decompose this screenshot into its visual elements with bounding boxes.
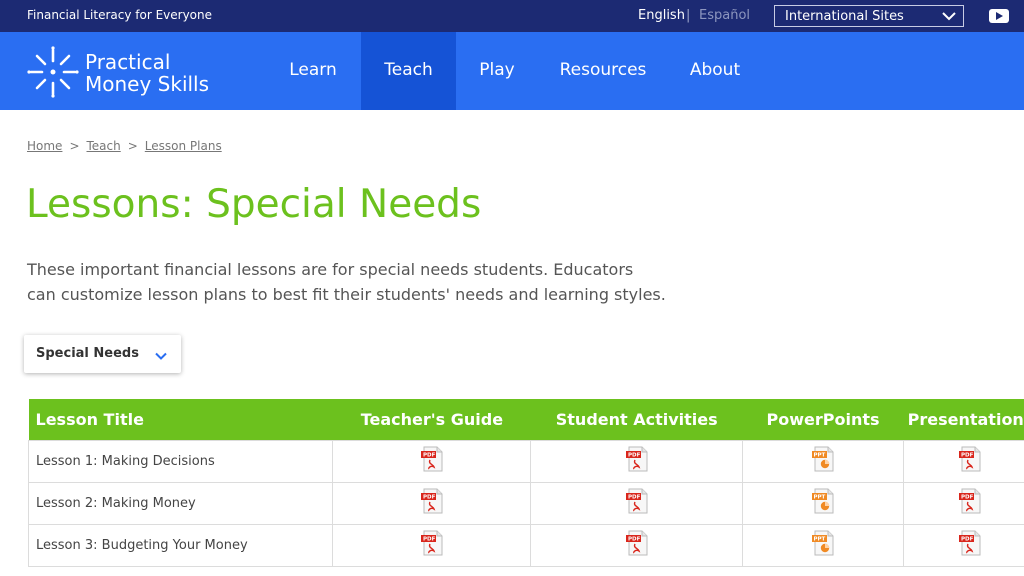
chevron-down-icon [941, 8, 957, 28]
pdf-file-icon[interactable]: PDF [957, 446, 983, 476]
column-header-teachers-guide: Teacher's Guide [332, 399, 531, 440]
page-title: Lessons: Special Needs [26, 182, 482, 227]
svg-text:PDF: PDF [961, 453, 974, 459]
file-cell: PPT [742, 439, 904, 483]
breadcrumb-separator: > [127, 139, 138, 153]
utility-bar: Financial Literacy for Everyone English … [0, 0, 1024, 32]
file-cell: PDF [530, 439, 744, 483]
svg-text:PPT: PPT [814, 495, 826, 501]
site-logo[interactable]: Practical Money Skills [27, 44, 227, 99]
brand-name-line2: Money Skills [85, 72, 210, 96]
lessons-table: Lesson Title Teacher's Guide Student Act… [27, 399, 1024, 567]
breadcrumb: Home > Teach > Lesson Plans [27, 139, 222, 153]
lesson-title-cell: Lesson 3: Budgeting Your Money [27, 523, 334, 567]
main-nav: Practical Money Skills Learn Teach Play … [0, 32, 1024, 110]
pdf-file-icon[interactable]: PDF [419, 530, 445, 560]
file-cell: PDF [530, 481, 744, 525]
file-cell: PDF [332, 523, 532, 567]
tagline: Financial Literacy for Everyone [27, 8, 213, 22]
svg-text:PDF: PDF [423, 495, 436, 501]
file-cell: PDF [902, 439, 1024, 483]
file-cell: PPT [742, 523, 904, 567]
ppt-file-icon[interactable]: PPT [810, 488, 836, 518]
table-header-row: Lesson Title Teacher's Guide Student Act… [28, 399, 1024, 440]
svg-text:PPT: PPT [814, 537, 826, 543]
nav-item-teach[interactable]: Teach [361, 32, 456, 110]
breadcrumb-lesson-plans[interactable]: Lesson Plans [145, 139, 222, 153]
breadcrumb-home[interactable]: Home [27, 139, 62, 153]
lesson-title-cell: Lesson 2: Making Money [27, 481, 334, 525]
file-cell: PDF [902, 523, 1024, 567]
page-intro: These important financial lessons are fo… [27, 260, 666, 304]
column-header-powerpoints: PowerPoints [742, 399, 904, 440]
pdf-file-icon[interactable]: PDF [419, 446, 445, 476]
language-english-link[interactable]: English [638, 8, 685, 23]
column-header-presentations: Presentations [903, 399, 1024, 440]
svg-text:PDF: PDF [961, 537, 974, 543]
lesson-title-cell: Lesson 1: Making Decisions [27, 439, 334, 483]
pdf-file-icon[interactable]: PDF [624, 530, 650, 560]
chevron-down-icon [155, 347, 167, 366]
table-row: Lesson 1: Making Decisions PDF PDF PPT PDF [27, 439, 1024, 483]
language-spanish-link[interactable]: Español [699, 8, 750, 23]
table-row: Lesson 2: Making Money PDF PDF PPT PDF [27, 481, 1024, 525]
youtube-icon[interactable] [989, 9, 1009, 23]
pdf-file-icon[interactable]: PDF [957, 488, 983, 518]
file-cell: PDF [530, 523, 744, 567]
category-dropdown-label: Special Needs [36, 346, 139, 361]
nav-item-resources[interactable]: Resources [548, 32, 658, 110]
breadcrumb-teach[interactable]: Teach [87, 139, 121, 153]
brand-name-line1: Practical [85, 50, 171, 74]
pdf-file-icon[interactable]: PDF [419, 488, 445, 518]
pdf-file-icon[interactable]: PDF [957, 530, 983, 560]
nav-item-about[interactable]: About [675, 32, 755, 110]
svg-text:PDF: PDF [423, 453, 436, 459]
file-cell: PDF [902, 481, 1024, 525]
column-header-student-activities: Student Activities [530, 399, 743, 440]
table-row: Lesson 3: Budgeting Your Money PDF PDF PPT P… [27, 523, 1024, 567]
nav-item-learn[interactable]: Learn [270, 32, 356, 110]
nav-item-play[interactable]: Play [462, 32, 532, 110]
svg-text:PDF: PDF [961, 495, 974, 501]
ppt-file-icon[interactable]: PPT [810, 446, 836, 476]
svg-text:PDF: PDF [628, 453, 641, 459]
file-cell: PDF [332, 439, 532, 483]
file-cell: PPT [742, 481, 904, 525]
category-dropdown[interactable]: Special Needs [24, 335, 181, 373]
file-cell: PDF [332, 481, 532, 525]
language-separator: | [686, 8, 691, 23]
svg-text:PDF: PDF [423, 537, 436, 543]
svg-text:PDF: PDF [628, 537, 641, 543]
svg-text:PDF: PDF [628, 495, 641, 501]
pdf-file-icon[interactable]: PDF [624, 488, 650, 518]
international-sites-label: International Sites [785, 9, 904, 24]
column-header-lesson-title: Lesson Title [28, 399, 333, 440]
pdf-file-icon[interactable]: PDF [624, 446, 650, 476]
sunburst-logo-icon [27, 46, 79, 98]
svg-text:PPT: PPT [814, 453, 826, 459]
breadcrumb-separator: > [69, 139, 80, 153]
international-sites-select[interactable]: International Sites [774, 5, 964, 27]
ppt-file-icon[interactable]: PPT [810, 530, 836, 560]
